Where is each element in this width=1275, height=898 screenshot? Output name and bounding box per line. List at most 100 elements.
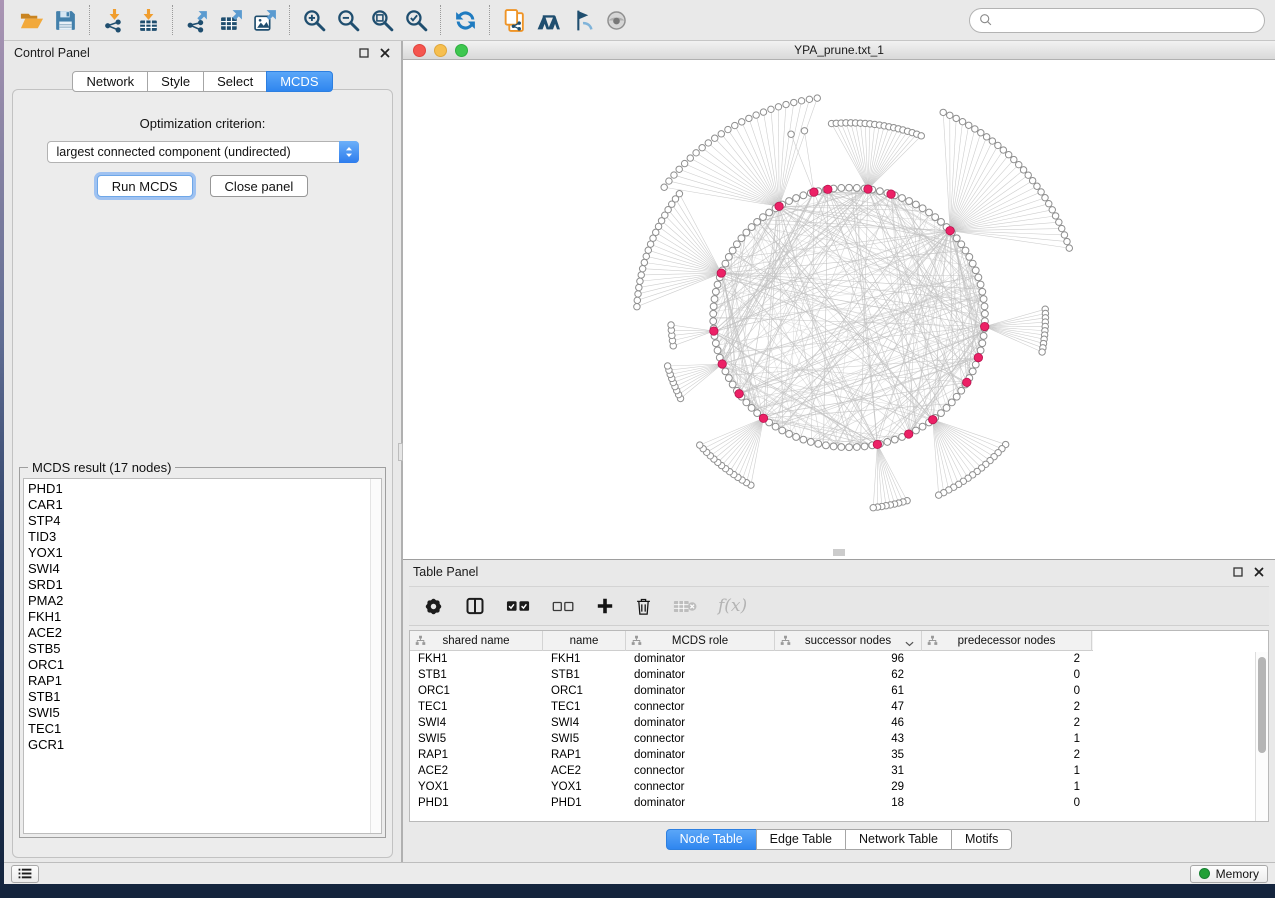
panel-splitter-handle[interactable] (398, 443, 403, 461)
tab-style[interactable]: Style (147, 71, 204, 92)
result-node-item[interactable]: FKH1 (28, 609, 381, 625)
table-cell: connector (626, 765, 775, 777)
column-header-shared-name[interactable]: shared name (410, 631, 543, 651)
close-table-panel-icon[interactable] (1253, 566, 1265, 578)
export-image-button[interactable] (248, 4, 282, 36)
close-window-icon[interactable] (413, 44, 426, 57)
table-scrollbar-thumb[interactable] (1258, 657, 1266, 753)
table-cell: connector (626, 701, 775, 713)
level-of-detail-button[interactable] (599, 4, 633, 36)
hide-graphics-details-button[interactable] (565, 4, 599, 36)
criterion-dropdown[interactable]: largest connected component (undirected) (47, 141, 359, 163)
save-session-button[interactable] (48, 4, 82, 36)
table-cell: 46 (775, 717, 922, 729)
column-header-MCDS-role[interactable]: MCDS role (626, 631, 775, 651)
table-row[interactable]: STB1STB1dominator620 (410, 667, 1268, 683)
network-canvas[interactable] (403, 60, 1275, 559)
result-node-item[interactable]: ORC1 (28, 657, 381, 673)
zoom-selected-button[interactable] (399, 4, 433, 36)
result-node-item[interactable]: YOX1 (28, 545, 381, 561)
mcds-result-list[interactable]: PHD1CAR1STP4TID3YOX1SWI4SRD1PMA2FKH1ACE2… (23, 478, 382, 834)
table-row[interactable]: TEC1TEC1connector472 (410, 699, 1268, 715)
column-header-successor-nodes[interactable]: successor nodes (775, 631, 922, 651)
result-node-item[interactable]: PHD1 (28, 481, 381, 497)
column-header-name[interactable]: name (543, 631, 626, 651)
result-node-item[interactable]: ACE2 (28, 625, 381, 641)
create-column-button[interactable] (596, 597, 614, 615)
result-node-item[interactable]: STB1 (28, 689, 381, 705)
canvas-resize-handle[interactable] (833, 549, 845, 556)
result-node-item[interactable]: SRD1 (28, 577, 381, 593)
search-icon (979, 13, 993, 27)
table-row[interactable]: PHD1PHD1dominator180 (410, 795, 1268, 811)
table-cell: SWI4 (543, 717, 626, 729)
open-session-button[interactable] (14, 4, 48, 36)
control-panel-header: Control Panel (4, 41, 401, 65)
sort-desc-icon (905, 638, 914, 650)
import-network-button[interactable] (97, 4, 131, 36)
tab-select[interactable]: Select (203, 71, 267, 92)
table-row[interactable]: ORC1ORC1dominator610 (410, 683, 1268, 699)
tab-network-table[interactable]: Network Table (845, 829, 952, 850)
network-window-titlebar[interactable]: YPA_prune.txt_1 (403, 41, 1275, 60)
tab-mcds[interactable]: MCDS (266, 71, 332, 92)
result-node-item[interactable]: CAR1 (28, 497, 381, 513)
network-from-selection-button[interactable] (497, 4, 531, 36)
memory-button[interactable]: Memory (1190, 865, 1268, 883)
table-row[interactable]: YOX1YOX1connector291 (410, 779, 1268, 795)
table-row[interactable]: ACE2ACE2connector311 (410, 763, 1268, 779)
table-cell: 31 (775, 765, 922, 777)
result-node-item[interactable]: SWI5 (28, 705, 381, 721)
result-node-item[interactable]: RAP1 (28, 673, 381, 689)
settings-button[interactable] (423, 596, 444, 617)
control-panel-title: Control Panel (14, 46, 90, 60)
table-row[interactable]: SWI5SWI5connector431 (410, 731, 1268, 747)
save-session-icon (53, 8, 78, 33)
float-table-panel-icon[interactable] (1232, 566, 1244, 578)
unselect-all-columns-button[interactable] (552, 600, 575, 613)
zoom-in-button[interactable] (297, 4, 331, 36)
result-node-item[interactable]: STB5 (28, 641, 381, 657)
float-panel-icon[interactable] (358, 47, 370, 59)
table-cell: dominator (626, 749, 775, 761)
import-table-button[interactable] (131, 4, 165, 36)
export-table-button[interactable] (214, 4, 248, 36)
find-button[interactable] (531, 4, 565, 36)
result-node-item[interactable]: TID3 (28, 529, 381, 545)
table-scrollbar[interactable] (1255, 652, 1268, 821)
result-node-item[interactable]: PMA2 (28, 593, 381, 609)
minimize-window-icon[interactable] (434, 44, 447, 57)
tab-network[interactable]: Network (72, 71, 148, 92)
maximize-window-icon[interactable] (455, 44, 468, 57)
table-cell: dominator (626, 669, 775, 681)
zoom-fit-button[interactable] (365, 4, 399, 36)
search-input[interactable] (999, 13, 1255, 27)
export-network-button[interactable] (180, 4, 214, 36)
table-row[interactable]: SWI4SWI4dominator462 (410, 715, 1268, 731)
delete-columns-button[interactable] (635, 597, 652, 616)
result-node-item[interactable]: GCR1 (28, 737, 381, 753)
apply-layout-icon (453, 8, 478, 33)
task-history-button[interactable] (11, 865, 39, 883)
dropdown-stepper-icon[interactable] (339, 141, 359, 163)
tab-motifs[interactable]: Motifs (951, 829, 1012, 850)
column-header-predecessor-nodes[interactable]: predecessor nodes (922, 631, 1092, 651)
apply-layout-button[interactable] (448, 4, 482, 36)
result-node-item[interactable]: TEC1 (28, 721, 381, 737)
close-panel-button[interactable]: Close panel (210, 175, 309, 197)
result-node-item[interactable]: SWI4 (28, 561, 381, 577)
result-node-item[interactable]: STP4 (28, 513, 381, 529)
table-row[interactable]: RAP1RAP1dominator352 (410, 747, 1268, 763)
run-mcds-button[interactable]: Run MCDS (97, 175, 193, 197)
close-panel-icon[interactable] (379, 47, 391, 59)
select-all-columns-button[interactable] (506, 599, 531, 613)
level-of-detail-icon (604, 8, 629, 33)
tab-edge-table[interactable]: Edge Table (756, 829, 846, 850)
result-list-scrollbar[interactable] (370, 479, 381, 833)
table-cell: 29 (775, 781, 922, 793)
zoom-out-button[interactable] (331, 4, 365, 36)
tab-node-table[interactable]: Node Table (666, 829, 757, 850)
table-row[interactable]: FKH1FKH1dominator962 (410, 651, 1268, 667)
show-columns-button[interactable] (465, 596, 485, 616)
network-graph[interactable] (403, 60, 1275, 559)
